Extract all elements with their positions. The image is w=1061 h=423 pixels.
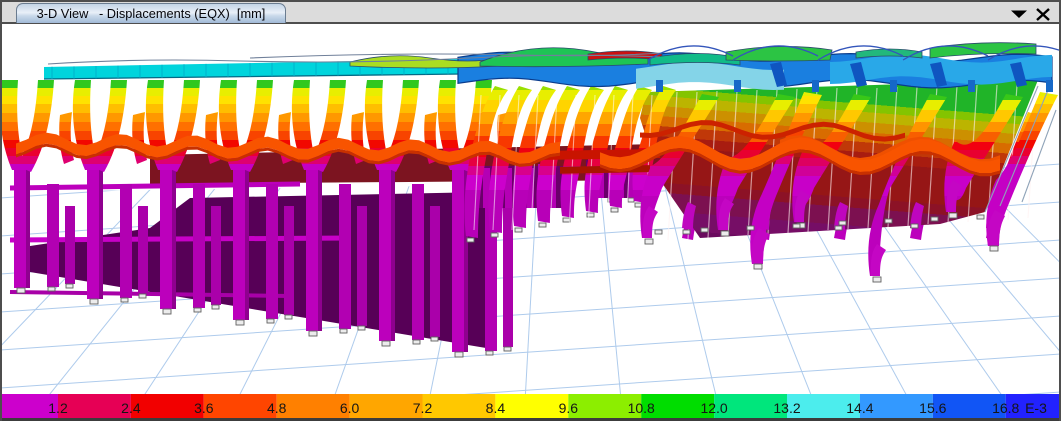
svg-text:6.0: 6.0 bbox=[340, 400, 360, 416]
svg-text:7.2: 7.2 bbox=[413, 400, 433, 416]
svg-text:16.8: 16.8 bbox=[992, 400, 1019, 416]
svg-text:4.8: 4.8 bbox=[267, 400, 287, 416]
svg-text:2.4: 2.4 bbox=[121, 400, 141, 416]
svg-text:8.4: 8.4 bbox=[486, 400, 506, 416]
svg-text:15.6: 15.6 bbox=[919, 400, 946, 416]
svg-text:14.4: 14.4 bbox=[846, 400, 873, 416]
svg-text:3.6: 3.6 bbox=[194, 400, 214, 416]
svg-text:E-3: E-3 bbox=[1025, 400, 1047, 416]
svg-text:10.8: 10.8 bbox=[628, 400, 655, 416]
svg-text:13.2: 13.2 bbox=[773, 400, 800, 416]
svg-text:1.2: 1.2 bbox=[48, 400, 68, 416]
svg-text:12.0: 12.0 bbox=[700, 400, 727, 416]
svg-text:9.6: 9.6 bbox=[559, 400, 579, 416]
